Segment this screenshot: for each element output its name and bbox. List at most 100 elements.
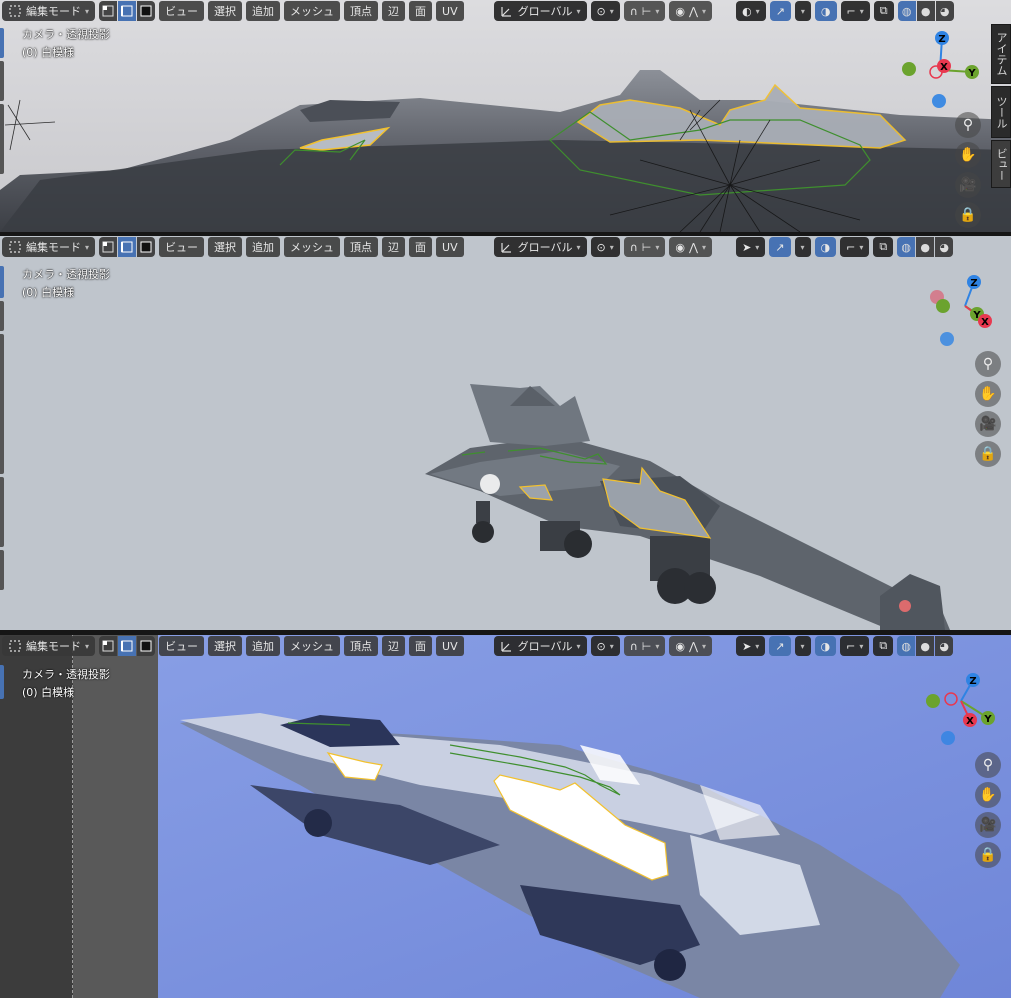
- hand-icon[interactable]: ✋: [955, 142, 981, 168]
- proportional-edit-toggle[interactable]: ◉ ⋀ ▾: [669, 636, 713, 656]
- xray-toggle[interactable]: ⧉: [873, 237, 894, 257]
- tab-view[interactable]: ビュー: [991, 140, 1011, 188]
- solid-shading-icon[interactable]: ●: [916, 636, 935, 656]
- edge-select-icon[interactable]: [118, 1, 137, 21]
- tab-item[interactable]: アイテム: [991, 24, 1011, 84]
- wireframe-shading-icon[interactable]: ◍: [897, 1, 916, 21]
- edge-select-icon[interactable]: [118, 237, 137, 257]
- face-select-icon[interactable]: [137, 237, 156, 257]
- menu-edge[interactable]: 辺: [382, 1, 406, 21]
- visibility-dropdown[interactable]: ◐ ▾: [736, 1, 766, 21]
- menu-view[interactable]: ビュー: [159, 237, 205, 257]
- zoom-icon[interactable]: ⚲: [975, 351, 1001, 377]
- edge-select-icon[interactable]: [118, 636, 137, 656]
- lock-icon[interactable]: 🔒: [975, 441, 1001, 467]
- material-shading-icon[interactable]: ◕: [935, 237, 954, 257]
- hand-icon[interactable]: ✋: [975, 782, 1001, 808]
- snap-toggle[interactable]: ∩ ⊢ ▾: [623, 636, 666, 656]
- menu-vertex[interactable]: 頂点: [344, 237, 379, 257]
- gizmo-dropdown[interactable]: ▾: [794, 237, 811, 257]
- toolbar-handle[interactable]: [0, 61, 4, 101]
- lock-icon[interactable]: 🔒: [955, 202, 981, 228]
- tab-tool[interactable]: ツール: [991, 86, 1011, 138]
- face-select-icon[interactable]: [137, 636, 156, 656]
- material-shading-icon[interactable]: ◕: [935, 636, 954, 656]
- viewport-middle[interactable]: 編集モード ▾ ビュー 選択 追加 メッシュ 頂点 辺 面 UV グローバル ▾…: [0, 236, 1011, 630]
- menu-select[interactable]: 選択: [208, 1, 243, 21]
- overlay-toggle[interactable]: ◑: [814, 237, 837, 257]
- menu-mesh[interactable]: メッシュ: [284, 636, 341, 656]
- toolbar-handle[interactable]: [0, 104, 4, 174]
- scene-top[interactable]: [0, 0, 1011, 232]
- gizmo-toggle[interactable]: ↗: [769, 636, 791, 656]
- proportional-edit-toggle[interactable]: ◉ ⋀ ▾: [669, 1, 713, 21]
- navigation-gizmo[interactable]: Z Y X: [920, 270, 1010, 360]
- vertex-select-icon[interactable]: [99, 1, 118, 21]
- mesh-edit-overlay-dropdown[interactable]: ⌐ ▾: [840, 237, 870, 257]
- vertex-select-icon[interactable]: [99, 237, 118, 257]
- face-select-icon[interactable]: [137, 1, 156, 21]
- pivot-point-dropdown[interactable]: ⊙ ▾: [590, 636, 620, 656]
- menu-add[interactable]: 追加: [246, 636, 281, 656]
- camera-icon[interactable]: 🎥: [975, 411, 1001, 437]
- mesh-edit-overlay-dropdown[interactable]: ⌐ ▾: [840, 636, 870, 656]
- editor-type-button[interactable]: 編集モード ▾: [2, 636, 96, 656]
- menu-mesh[interactable]: メッシュ: [284, 237, 341, 257]
- pivot-point-dropdown[interactable]: ⊙ ▾: [590, 237, 620, 257]
- gizmo-dropdown[interactable]: ▾: [794, 636, 811, 656]
- toolbar-handle[interactable]: [0, 301, 4, 331]
- menu-mesh[interactable]: メッシュ: [284, 1, 341, 21]
- gizmo-dropdown[interactable]: ▾: [794, 1, 811, 21]
- overlay-toggle[interactable]: ◑: [814, 636, 837, 656]
- menu-uv[interactable]: UV: [436, 1, 464, 21]
- menu-view[interactable]: ビュー: [159, 636, 205, 656]
- proportional-edit-toggle[interactable]: ◉ ⋀ ▾: [669, 237, 713, 257]
- menu-select[interactable]: 選択: [208, 237, 243, 257]
- menu-face[interactable]: 面: [409, 237, 433, 257]
- orientation-dropdown[interactable]: グローバル ▾: [493, 1, 587, 21]
- select-tool-dropdown[interactable]: ➤ ▾: [736, 237, 766, 257]
- toolbar-handle[interactable]: [0, 550, 4, 590]
- camera-icon[interactable]: 🎥: [955, 172, 981, 198]
- viewport-top[interactable]: 編集モード ▾ ビュー 選択 追加 メッシュ 頂点 辺 面 UV グローバル ▾…: [0, 0, 1011, 232]
- menu-select[interactable]: 選択: [208, 636, 243, 656]
- menu-edge[interactable]: 辺: [382, 237, 406, 257]
- wireframe-shading-icon[interactable]: ◍: [897, 237, 916, 257]
- toolbar-handle[interactable]: [0, 28, 4, 58]
- menu-face[interactable]: 面: [409, 1, 433, 21]
- pivot-point-dropdown[interactable]: ⊙ ▾: [590, 1, 620, 21]
- menu-edge[interactable]: 辺: [382, 636, 406, 656]
- scene-middle[interactable]: [0, 236, 1011, 630]
- hand-icon[interactable]: ✋: [975, 381, 1001, 407]
- orientation-dropdown[interactable]: グローバル ▾: [493, 636, 587, 656]
- menu-uv[interactable]: UV: [436, 636, 464, 656]
- editor-type-button[interactable]: 編集モード ▾: [2, 1, 96, 21]
- toolbar-handle[interactable]: [0, 665, 4, 699]
- menu-add[interactable]: 追加: [246, 1, 281, 21]
- vertex-select-icon[interactable]: [99, 636, 118, 656]
- xray-toggle[interactable]: ⧉: [873, 1, 894, 21]
- snap-toggle[interactable]: ∩ ⊢ ▾: [623, 1, 666, 21]
- overlay-toggle[interactable]: ◑: [814, 1, 837, 21]
- orientation-dropdown[interactable]: グローバル ▾: [493, 237, 587, 257]
- menu-vertex[interactable]: 頂点: [344, 1, 379, 21]
- menu-uv[interactable]: UV: [436, 237, 464, 257]
- menu-vertex[interactable]: 頂点: [344, 636, 379, 656]
- toolbar-handle[interactable]: [0, 334, 4, 474]
- mesh-edit-overlay-dropdown[interactable]: ⌐ ▾: [840, 1, 870, 21]
- menu-face[interactable]: 面: [409, 636, 433, 656]
- toolbar-handle[interactable]: [0, 266, 4, 298]
- viewport-bottom[interactable]: 編集モード ▾ ビュー 選択 追加 メッシュ 頂点 辺 面 UV グローバル ▾…: [0, 635, 1011, 998]
- snap-toggle[interactable]: ∩ ⊢ ▾: [623, 237, 666, 257]
- zoom-icon[interactable]: ⚲: [975, 752, 1001, 778]
- zoom-icon[interactable]: ⚲: [955, 112, 981, 138]
- lock-icon[interactable]: 🔒: [975, 842, 1001, 868]
- gizmo-toggle[interactable]: ↗: [769, 237, 791, 257]
- camera-icon[interactable]: 🎥: [975, 812, 1001, 838]
- select-tool-dropdown[interactable]: ➤ ▾: [736, 636, 766, 656]
- navigation-gizmo[interactable]: Z Y X: [915, 665, 1005, 755]
- solid-shading-icon[interactable]: ●: [916, 237, 935, 257]
- solid-shading-icon[interactable]: ●: [916, 1, 935, 21]
- material-shading-icon[interactable]: ◕: [935, 1, 954, 21]
- navigation-gizmo[interactable]: Z X Y: [895, 28, 985, 118]
